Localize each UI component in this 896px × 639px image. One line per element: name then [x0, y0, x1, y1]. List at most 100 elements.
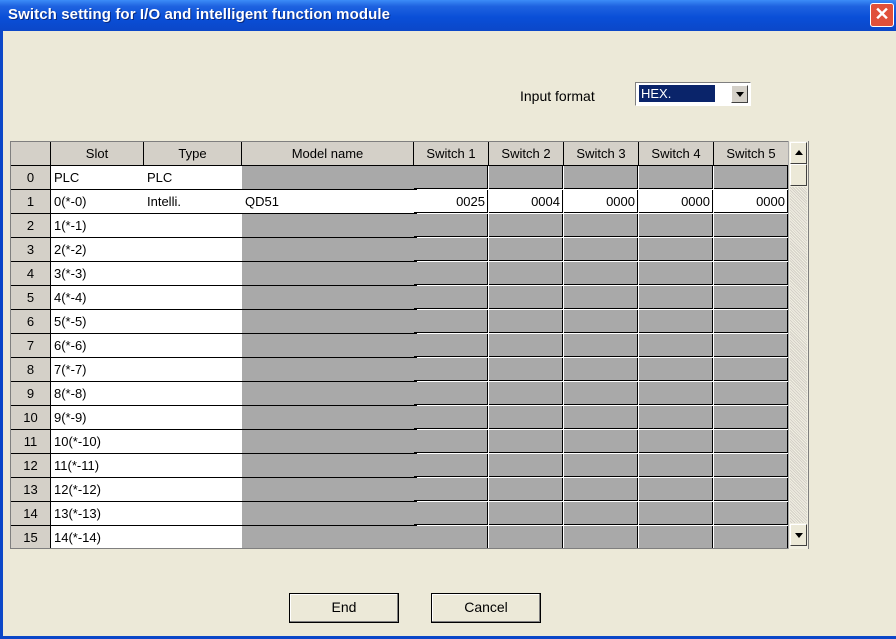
switch1-cell[interactable]: 0025 [414, 190, 488, 213]
chevron-down-icon[interactable] [731, 85, 748, 103]
switch1-cell[interactable] [414, 286, 488, 309]
type-cell[interactable] [144, 382, 245, 406]
slot-cell[interactable]: 10(*-10) [51, 430, 147, 454]
switch5-cell[interactable] [714, 262, 788, 285]
title-bar[interactable]: Switch setting for I/O and intelligent f… [0, 0, 896, 31]
model-name-cell[interactable] [242, 334, 417, 358]
model-name-cell[interactable] [242, 358, 417, 382]
switch4-cell[interactable] [639, 166, 713, 189]
switch3-cell[interactable] [564, 430, 638, 453]
close-button[interactable]: ✕ [870, 3, 894, 27]
switch4-cell[interactable] [639, 358, 713, 381]
model-name-cell[interactable] [242, 166, 417, 190]
model-name-cell[interactable] [242, 310, 417, 334]
switch5-cell[interactable] [714, 334, 788, 357]
switch5-cell[interactable] [714, 478, 788, 501]
input-format-value[interactable]: HEX. [639, 85, 715, 102]
switch5-cell[interactable] [714, 406, 788, 429]
model-name-cell[interactable] [242, 238, 417, 262]
switch1-cell[interactable] [414, 334, 488, 357]
switch4-cell[interactable] [639, 430, 713, 453]
slot-cell[interactable]: 3(*-3) [51, 262, 147, 286]
switch5-cell[interactable] [714, 526, 788, 548]
slot-cell[interactable]: 9(*-9) [51, 406, 147, 430]
model-name-cell[interactable] [242, 502, 417, 526]
switch2-cell[interactable]: 0004 [489, 190, 563, 213]
type-cell[interactable] [144, 358, 245, 382]
switch5-cell[interactable] [714, 214, 788, 237]
switch3-cell[interactable] [564, 406, 638, 429]
switch2-cell[interactable] [489, 214, 563, 237]
scroll-thumb[interactable] [790, 164, 807, 186]
switch4-cell[interactable] [639, 382, 713, 405]
switch2-cell[interactable] [489, 526, 563, 548]
type-cell[interactable] [144, 406, 245, 430]
type-cell[interactable] [144, 334, 245, 358]
switch2-cell[interactable] [489, 262, 563, 285]
switch3-cell[interactable] [564, 502, 638, 525]
switch5-cell[interactable] [714, 238, 788, 261]
slot-cell[interactable]: 13(*-13) [51, 502, 147, 526]
switch3-cell[interactable] [564, 382, 638, 405]
slot-cell[interactable]: 5(*-5) [51, 310, 147, 334]
switch1-cell[interactable] [414, 310, 488, 333]
vertical-scrollbar[interactable] [788, 141, 808, 549]
switch3-cell[interactable] [564, 334, 638, 357]
switch4-cell[interactable]: 0000 [639, 190, 713, 213]
switch4-cell[interactable] [639, 310, 713, 333]
switch5-cell[interactable] [714, 310, 788, 333]
switch5-cell[interactable] [714, 286, 788, 309]
switch2-cell[interactable] [489, 310, 563, 333]
switch2-cell[interactable] [489, 238, 563, 261]
switch3-cell[interactable] [564, 286, 638, 309]
switch4-cell[interactable] [639, 286, 713, 309]
slot-cell[interactable]: 1(*-1) [51, 214, 147, 238]
slot-cell[interactable]: 14(*-14) [51, 526, 147, 548]
slot-cell[interactable]: 6(*-6) [51, 334, 147, 358]
switch3-cell[interactable] [564, 454, 638, 477]
switch5-cell[interactable] [714, 454, 788, 477]
input-format-select[interactable]: HEX. [635, 82, 751, 106]
switch1-cell[interactable] [414, 502, 488, 525]
switch5-cell[interactable] [714, 166, 788, 189]
type-cell[interactable]: Intelli. [144, 190, 245, 214]
switch5-cell[interactable] [714, 358, 788, 381]
type-cell[interactable] [144, 262, 245, 286]
type-cell[interactable] [144, 454, 245, 478]
switch2-cell[interactable] [489, 334, 563, 357]
switch1-cell[interactable] [414, 382, 488, 405]
switch2-cell[interactable] [489, 454, 563, 477]
switch-setting-table[interactable]: Slot Type Model name Switch 1 Switch 2 Switch… [10, 141, 809, 549]
switch3-cell[interactable] [564, 310, 638, 333]
switch1-cell[interactable] [414, 526, 488, 548]
switch4-cell[interactable] [639, 502, 713, 525]
scroll-up-icon[interactable] [790, 142, 807, 164]
switch3-cell[interactable] [564, 262, 638, 285]
switch3-cell[interactable]: 0000 [564, 190, 638, 213]
switch4-cell[interactable] [639, 334, 713, 357]
type-cell[interactable] [144, 286, 245, 310]
model-name-cell[interactable] [242, 478, 417, 502]
slot-cell[interactable]: PLC [51, 166, 147, 190]
switch2-cell[interactable] [489, 286, 563, 309]
switch2-cell[interactable] [489, 382, 563, 405]
type-cell[interactable] [144, 502, 245, 526]
switch4-cell[interactable] [639, 526, 713, 548]
switch1-cell[interactable] [414, 214, 488, 237]
switch5-cell[interactable] [714, 382, 788, 405]
model-name-cell[interactable] [242, 382, 417, 406]
switch3-cell[interactable] [564, 214, 638, 237]
switch2-cell[interactable] [489, 502, 563, 525]
scroll-down-icon[interactable] [790, 524, 807, 546]
switch1-cell[interactable] [414, 238, 488, 261]
slot-cell[interactable]: 2(*-2) [51, 238, 147, 262]
switch4-cell[interactable] [639, 214, 713, 237]
switch3-cell[interactable] [564, 238, 638, 261]
switch2-cell[interactable] [489, 430, 563, 453]
switch3-cell[interactable] [564, 166, 638, 189]
switch2-cell[interactable] [489, 406, 563, 429]
slot-cell[interactable]: 8(*-8) [51, 382, 147, 406]
model-name-cell[interactable]: QD51 [242, 190, 417, 214]
switch1-cell[interactable] [414, 166, 488, 189]
switch3-cell[interactable] [564, 358, 638, 381]
